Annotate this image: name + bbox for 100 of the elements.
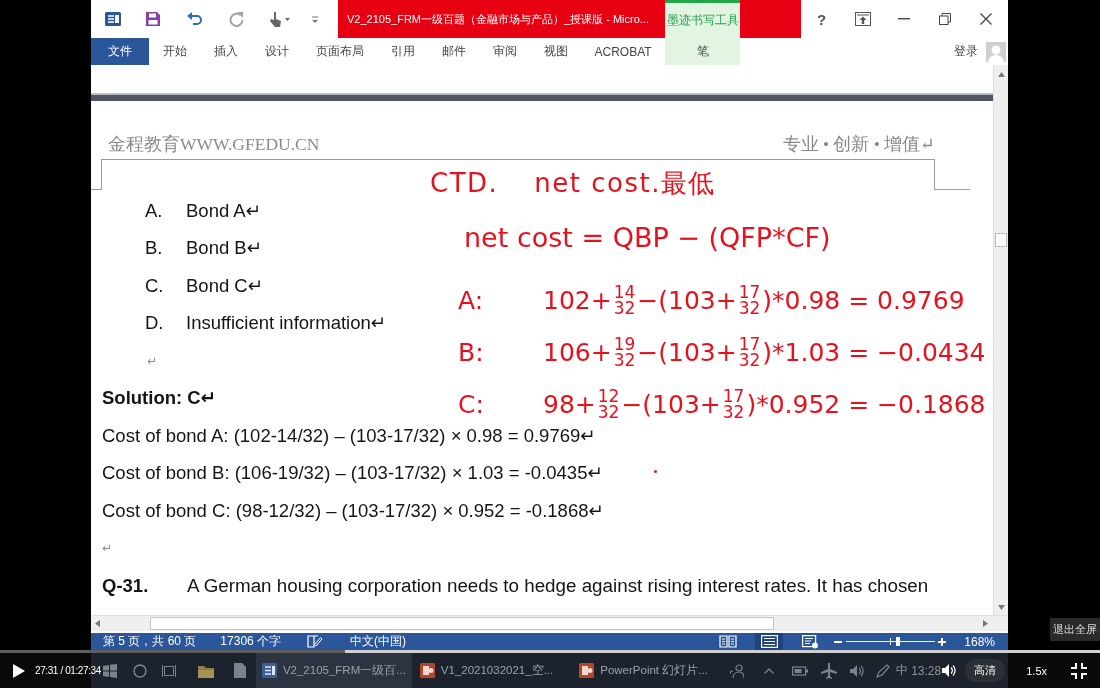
- header-text: 金程教育WWW.GFEDU.CN: [108, 133, 320, 156]
- handwritten-text: −(103+: [637, 287, 737, 313]
- scrollbar-thumb[interactable]: [995, 233, 1007, 247]
- file-tab[interactable]: 文件: [91, 38, 149, 65]
- ribbon-tab[interactable]: ACROBAT: [581, 38, 666, 65]
- handwritten-text: CTD.: [430, 170, 499, 196]
- ribbon-tab[interactable]: 开始: [149, 38, 200, 65]
- horizontal-scrollbar[interactable]: [91, 615, 1008, 631]
- exit-fullscreen-icon[interactable]: [1071, 662, 1087, 679]
- airplane-icon[interactable]: [821, 662, 838, 679]
- ribbon-tab[interactable]: 插入: [200, 38, 251, 65]
- minimize-icon[interactable]: [897, 18, 910, 20]
- caret-left-icon[interactable]: [95, 620, 100, 627]
- play-icon[interactable]: [13, 663, 25, 678]
- option-text: Bond B↵: [186, 237, 263, 260]
- handwritten-text: net cost = QBP − (QFP*CF): [464, 223, 831, 251]
- ink-dot-icon: [654, 470, 657, 473]
- solution-heading: Solution: C↵: [102, 387, 217, 410]
- caret-down-icon[interactable]: [997, 605, 1005, 610]
- handwritten-text: 106+: [543, 339, 612, 365]
- taskbar-app[interactable]: PowerPoint 幻灯片...: [573, 653, 714, 688]
- slides-app-icon: [579, 663, 595, 678]
- option-text: Bond A↵: [186, 199, 262, 222]
- ribbon-tab[interactable]: 审阅: [479, 38, 530, 65]
- option-text: Bond C↵: [186, 274, 264, 297]
- people-icon[interactable]: [730, 663, 745, 678]
- caret-right-icon[interactable]: [983, 620, 988, 627]
- page-count: 第 5 页，共 60 页: [103, 633, 197, 650]
- quality-button[interactable]: 高清: [965, 659, 1006, 682]
- zoom-slider[interactable]: [846, 637, 936, 646]
- windows-logo-icon[interactable]: [102, 663, 117, 678]
- vertical-scrollbar[interactable]: [993, 65, 1008, 615]
- handwritten-text: −(103+: [637, 339, 737, 365]
- question-number: Q-31.: [102, 574, 150, 597]
- slides-app-icon: [419, 663, 435, 678]
- save-icon[interactable]: [145, 11, 161, 27]
- handwritten-text: 102+: [543, 287, 612, 313]
- handwritten-text: )*0.98 = 0.9769: [762, 287, 965, 313]
- folder-icon[interactable]: [197, 663, 214, 678]
- caret-up-icon[interactable]: [997, 72, 1005, 77]
- help-button[interactable]: ?: [816, 10, 827, 28]
- caret-up-icon[interactable]: [764, 667, 775, 674]
- book-pencil-icon[interactable]: [307, 635, 324, 648]
- option-text: Insufficient information↵: [186, 312, 387, 335]
- handwritten-fraction: 17 32: [738, 283, 761, 317]
- clock[interactable]: 13:28: [911, 663, 942, 678]
- handwritten-text: net cost.最低: [534, 170, 716, 196]
- document-icon[interactable]: [233, 663, 246, 678]
- option-letter: A.: [145, 199, 164, 222]
- slider-thumb[interactable]: [895, 637, 900, 646]
- volume-icon[interactable]: [942, 664, 957, 677]
- document-app-icon: [261, 663, 277, 678]
- view-button[interactable]: [755, 633, 784, 650]
- handwritten-text: )*0.952 = −0.1868: [746, 391, 986, 417]
- window-title: V2_2105_FRM一级百题（金融市场与产品）_授课版 - Micro...: [347, 11, 650, 27]
- handwritten-fraction: 17 32: [722, 387, 745, 421]
- speaker-icon[interactable]: [850, 663, 865, 678]
- paragraph-mark: ↵: [147, 353, 158, 368]
- minus-icon[interactable]: [834, 640, 843, 643]
- handwritten-label: A:: [458, 287, 485, 313]
- redo-icon[interactable]: [228, 11, 244, 27]
- zoom-level[interactable]: 168%: [964, 634, 995, 649]
- task-view-icon[interactable]: [161, 663, 176, 678]
- sign-in-link[interactable]: 登录: [954, 43, 978, 60]
- speed-button[interactable]: 1.5x: [1026, 664, 1047, 677]
- question-text: A German housing corporation needs to hedge against rising interest rates. It has chosen: [187, 574, 929, 597]
- ribbon-display-icon[interactable]: [854, 12, 871, 26]
- handwritten-fraction: 12 32: [597, 387, 620, 421]
- handwritten-text: )*1.03 = −0.0434: [762, 339, 986, 365]
- caret-down-icon[interactable]: [311, 14, 319, 24]
- web-page-icon: [801, 634, 819, 649]
- restore-icon[interactable]: [938, 13, 951, 25]
- undo-icon[interactable]: [187, 12, 203, 26]
- ribbon-tab[interactable]: 引用: [377, 38, 428, 65]
- scrollbar-thumb[interactable]: [150, 617, 774, 630]
- handwritten-text: 98+: [543, 391, 596, 417]
- word-count: 17306 个字: [220, 633, 282, 650]
- option-letter: D.: [145, 312, 165, 335]
- circle-icon[interactable]: [132, 663, 147, 678]
- ribbon-tab[interactable]: 视图: [530, 38, 581, 65]
- context-tab-title: 墨迹书写工具: [665, 0, 740, 38]
- page-lines-icon: [760, 635, 778, 648]
- book-icon: [719, 635, 738, 648]
- taskbar-app[interactable]: V2_2105_FRM一级百...: [255, 653, 412, 688]
- input-method[interactable]: 中: [896, 662, 909, 679]
- language-label[interactable]: 中文(中国): [350, 633, 407, 650]
- plus-icon[interactable]: [938, 637, 947, 646]
- progress-track[interactable]: [0, 650, 1100, 653]
- ribbon-tab[interactable]: 设计: [251, 38, 302, 65]
- taskbar-app[interactable]: V1_2021032021_空...: [413, 653, 560, 688]
- close-icon[interactable]: [979, 13, 992, 25]
- pen-icon[interactable]: [876, 663, 891, 678]
- hand-pointer-icon[interactable]: [269, 11, 291, 27]
- document-icon[interactable]: [105, 11, 121, 27]
- ribbon-tab[interactable]: 邮件: [428, 38, 479, 65]
- battery-icon[interactable]: [792, 665, 809, 676]
- header-slogan: 专业 • 创新 • 增值↵: [782, 133, 935, 156]
- pen-tab[interactable]: 笔: [665, 38, 740, 65]
- ribbon-tab[interactable]: 页面布局: [302, 38, 377, 65]
- tooltip: 退出全屏: [1050, 618, 1100, 641]
